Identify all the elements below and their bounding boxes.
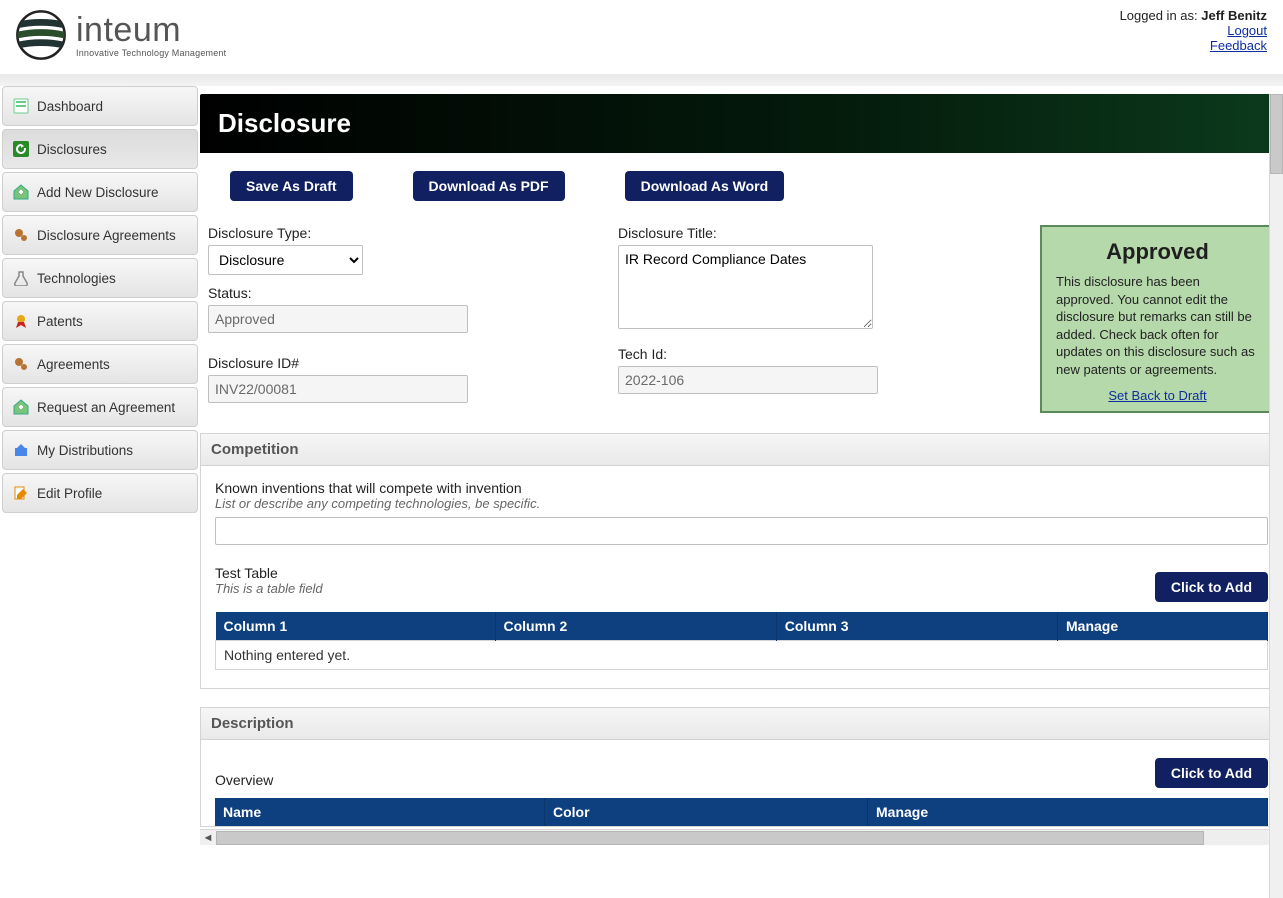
logout-link[interactable]: Logout bbox=[1120, 23, 1267, 38]
table-header-row: Name Color Manage bbox=[215, 798, 1268, 826]
disclosure-id-field bbox=[208, 375, 468, 403]
status-field bbox=[208, 305, 468, 333]
col-header: Column 2 bbox=[495, 612, 776, 641]
lab-icon bbox=[13, 270, 29, 286]
add-icon bbox=[13, 184, 29, 200]
approved-status-box: Approved This disclosure has been approv… bbox=[1040, 225, 1275, 413]
sidebar-item-label: My Distributions bbox=[37, 443, 133, 458]
logged-in-prefix: Logged in as: bbox=[1120, 8, 1198, 23]
test-table-title: Test Table bbox=[215, 565, 323, 581]
brand-name: inteum bbox=[76, 13, 226, 47]
action-buttons: Save As Draft Download As PDF Download A… bbox=[200, 171, 1283, 225]
status-label: Status: bbox=[208, 285, 598, 301]
disclosure-type-label: Disclosure Type: bbox=[208, 225, 598, 241]
competition-q1-sub: List or describe any competing technolog… bbox=[215, 496, 1268, 511]
sidebar-item-label: Dashboard bbox=[37, 99, 103, 114]
scroll-thumb[interactable] bbox=[216, 831, 1204, 845]
download-word-button[interactable]: Download As Word bbox=[625, 171, 785, 201]
dashboard-icon bbox=[13, 98, 29, 114]
sidebar-item-label: Patents bbox=[37, 314, 83, 329]
add-icon bbox=[13, 399, 29, 415]
gears-icon bbox=[13, 227, 29, 243]
sidebar: Dashboard Disclosures Add New Disclosure… bbox=[0, 86, 200, 845]
header-divider bbox=[0, 74, 1283, 86]
table-header-row: Column 1 Column 2 Column 3 Manage bbox=[216, 612, 1268, 641]
empty-row-text: Nothing entered yet. bbox=[216, 641, 1268, 670]
save-draft-button[interactable]: Save As Draft bbox=[230, 171, 353, 201]
username: Jeff Benitz bbox=[1201, 8, 1267, 23]
main-content: Disclosure Save As Draft Download As PDF… bbox=[200, 86, 1283, 845]
logged-in-label: Logged in as: Jeff Benitz bbox=[1120, 8, 1267, 23]
scroll-track[interactable] bbox=[216, 831, 1267, 845]
disclosure-title-field[interactable]: IR Record Compliance Dates bbox=[618, 245, 873, 329]
description-section-header: Description bbox=[200, 707, 1283, 740]
sidebar-item-dashboard[interactable]: Dashboard bbox=[2, 86, 198, 126]
sidebar-item-patents[interactable]: Patents bbox=[2, 301, 198, 341]
logo-icon bbox=[14, 8, 68, 62]
header: inteum Innovative Technology Management … bbox=[0, 0, 1283, 74]
gears-icon bbox=[13, 356, 29, 372]
description-section-body: Overview Click to Add Name Color Manage bbox=[200, 740, 1283, 827]
distribution-icon bbox=[13, 442, 29, 458]
disclosure-type-select[interactable]: Disclosure bbox=[208, 245, 363, 275]
sidebar-item-label: Technologies bbox=[37, 271, 116, 286]
disclosure-form: Disclosure Type: Disclosure Status: Disc… bbox=[200, 225, 1283, 433]
col-header: Name bbox=[215, 798, 545, 826]
col-header: Manage bbox=[868, 798, 1268, 826]
download-pdf-button[interactable]: Download As PDF bbox=[413, 171, 565, 201]
sidebar-item-technologies[interactable]: Technologies bbox=[2, 258, 198, 298]
sidebar-item-disclosure-agreements[interactable]: Disclosure Agreements bbox=[2, 215, 198, 255]
table-row: Nothing entered yet. bbox=[216, 641, 1268, 670]
scroll-thumb[interactable] bbox=[1270, 94, 1283, 174]
tech-id-field bbox=[618, 366, 878, 394]
sidebar-item-add-disclosure[interactable]: Add New Disclosure bbox=[2, 172, 198, 212]
set-back-to-draft-link[interactable]: Set Back to Draft bbox=[1108, 388, 1206, 403]
sidebar-item-label: Disclosure Agreements bbox=[37, 228, 176, 243]
competition-add-button[interactable]: Click to Add bbox=[1155, 572, 1268, 602]
sidebar-item-disclosures[interactable]: Disclosures bbox=[2, 129, 198, 169]
competition-section-body: Known inventions that will compete with … bbox=[200, 466, 1283, 689]
logo-text: inteum Innovative Technology Management bbox=[76, 13, 226, 58]
page-title: Disclosure bbox=[200, 94, 1283, 153]
sidebar-item-my-distributions[interactable]: My Distributions bbox=[2, 430, 198, 470]
scroll-left-arrow-icon[interactable]: ◄ bbox=[200, 831, 216, 845]
sidebar-item-request-agreement[interactable]: Request an Agreement bbox=[2, 387, 198, 427]
ribbon-icon bbox=[13, 313, 29, 329]
competition-input[interactable] bbox=[215, 517, 1268, 545]
col-header: Manage bbox=[1058, 612, 1268, 641]
description-overview-title: Overview bbox=[215, 772, 273, 788]
competition-section-header: Competition bbox=[200, 433, 1283, 466]
logo: inteum Innovative Technology Management bbox=[14, 8, 226, 62]
tech-id-label: Tech Id: bbox=[618, 346, 1008, 362]
approved-body: This disclosure has been approved. You c… bbox=[1056, 273, 1259, 378]
description-add-button[interactable]: Click to Add bbox=[1155, 758, 1268, 788]
sidebar-item-label: Add New Disclosure bbox=[37, 185, 159, 200]
edit-icon bbox=[13, 485, 29, 501]
approved-heading: Approved bbox=[1056, 239, 1259, 265]
refresh-icon bbox=[13, 141, 29, 157]
disclosure-id-label: Disclosure ID# bbox=[208, 355, 598, 371]
brand-tagline: Innovative Technology Management bbox=[76, 49, 226, 58]
sidebar-item-label: Agreements bbox=[37, 357, 110, 372]
sidebar-item-label: Disclosures bbox=[37, 142, 107, 157]
competition-q1-title: Known inventions that will compete with … bbox=[215, 480, 1268, 496]
vertical-scrollbar[interactable] bbox=[1269, 94, 1283, 898]
description-table: Name Color Manage bbox=[215, 798, 1268, 826]
competition-table: Column 1 Column 2 Column 3 Manage Nothin… bbox=[215, 612, 1268, 670]
feedback-link[interactable]: Feedback bbox=[1120, 38, 1267, 53]
sidebar-item-label: Request an Agreement bbox=[37, 400, 175, 415]
disclosure-title-label: Disclosure Title: bbox=[618, 225, 1008, 241]
user-info: Logged in as: Jeff Benitz Logout Feedbac… bbox=[1120, 8, 1267, 53]
col-header: Color bbox=[545, 798, 868, 826]
horizontal-scrollbar[interactable]: ◄ ► bbox=[200, 829, 1283, 845]
sidebar-item-edit-profile[interactable]: Edit Profile bbox=[2, 473, 198, 513]
col-header: Column 1 bbox=[216, 612, 496, 641]
col-header: Column 3 bbox=[776, 612, 1057, 641]
sidebar-item-label: Edit Profile bbox=[37, 486, 102, 501]
test-table-sub: This is a table field bbox=[215, 581, 323, 596]
sidebar-item-agreements[interactable]: Agreements bbox=[2, 344, 198, 384]
